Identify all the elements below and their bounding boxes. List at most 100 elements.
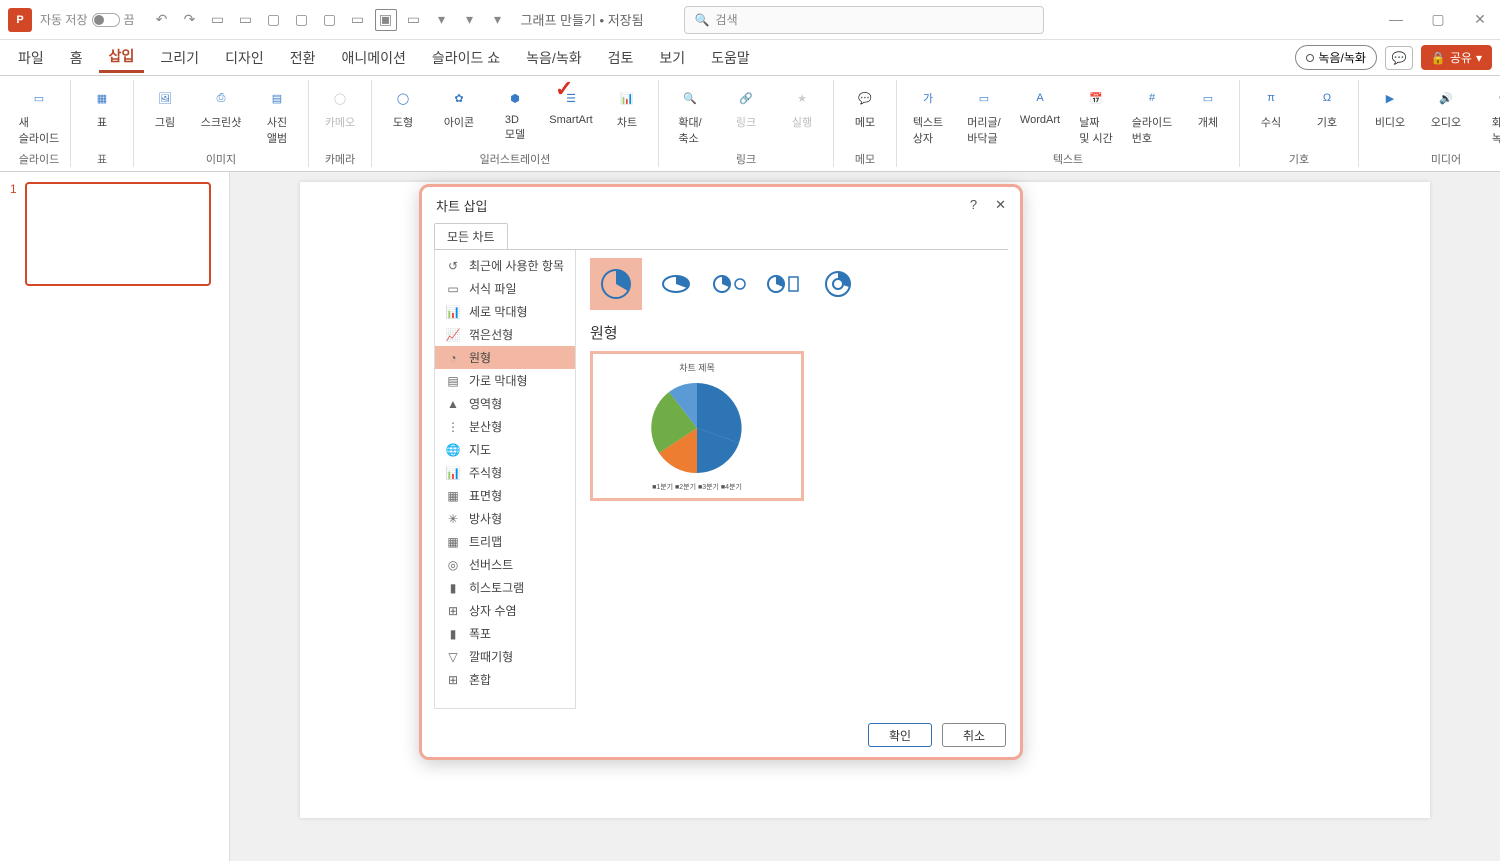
ribbon-group-카메라: ◯카메오카메라 [309, 80, 372, 167]
redo-button[interactable]: ↷ [179, 9, 201, 31]
ribbon-header-footer[interactable]: ▭머리글/바닥글 [961, 84, 1007, 146]
qat-btn[interactable]: ▭ [403, 9, 425, 31]
category-combo[interactable]: ⊞혼합 [435, 668, 575, 691]
ribbon-screen-rec[interactable]: ⏺화면녹화 [1479, 84, 1500, 146]
slide-number-icon: # [1136, 84, 1168, 112]
ribbon-smartart[interactable]: ☰SmartArt [548, 84, 594, 126]
subtype-pie-3d[interactable] [656, 264, 696, 304]
category-boxwhisker[interactable]: ⊞상자 수염 [435, 599, 575, 622]
ribbon-label: 확대/축소 [678, 114, 701, 146]
ribbon-picture[interactable]: 🖼그림 [142, 84, 188, 130]
dialog-tab-allcharts[interactable]: 모든 차트 [434, 223, 508, 249]
category-pie[interactable]: ◔원형 [435, 346, 575, 369]
qat-btn[interactable]: ▢ [319, 9, 341, 31]
tab-insert[interactable]: 삽입 [99, 42, 145, 73]
category-histogram[interactable]: ▮히스토그램 [435, 576, 575, 599]
ribbon-table[interactable]: ▦표 [79, 84, 125, 130]
ribbon-screenshot[interactable]: ⎙스크린샷 [198, 84, 244, 130]
ribbon-object[interactable]: ▭개체 [1185, 84, 1231, 130]
dialog-help-button[interactable]: ? [970, 197, 977, 213]
autosave-toggle[interactable]: 자동 저장 끔 [40, 11, 135, 28]
ribbon-shapes[interactable]: ◯도형 [380, 84, 426, 130]
category-bar[interactable]: ▤가로 막대형 [435, 369, 575, 392]
ribbon-symbol[interactable]: Ω기호 [1304, 84, 1350, 130]
subtype-pie-of-pie[interactable] [710, 264, 750, 304]
ribbon-3d-models[interactable]: ⬢3D모델 [492, 84, 538, 142]
qat-btn[interactable]: ▢ [263, 9, 285, 31]
tab-file[interactable]: 파일 [8, 44, 54, 72]
ok-button[interactable]: 확인 [868, 723, 932, 747]
ribbon-group-일러스트레이션: ◯도형✿아이콘⬢3D모델☰SmartArt📊차트일러스트레이션 [372, 80, 659, 167]
tab-design[interactable]: 디자인 [215, 44, 274, 72]
category-surface[interactable]: ▦표면형 [435, 484, 575, 507]
ribbon-comment[interactable]: 💬메모 [842, 84, 888, 130]
minimize-button[interactable]: — [1384, 11, 1408, 28]
subtype-pie[interactable] [590, 258, 642, 310]
qat-btn[interactable]: ▢ [291, 9, 313, 31]
cancel-button[interactable]: 취소 [942, 723, 1006, 747]
comments-button[interactable]: 💬 [1385, 46, 1413, 70]
document-title[interactable]: 그래프 만들기 • 저장됨 [521, 10, 644, 29]
ribbon-date-time[interactable]: 📅날짜및 시간 [1073, 84, 1119, 146]
record-button[interactable]: 녹음/녹화 [1295, 45, 1377, 70]
category-template[interactable]: ▭서식 파일 [435, 277, 575, 300]
ribbon-new-slide[interactable]: ▭새슬라이드 [16, 84, 62, 146]
category-sunburst[interactable]: ◎선버스트 [435, 553, 575, 576]
ribbon-wordart[interactable]: AWordArt [1017, 84, 1063, 126]
chart-preview[interactable]: 차트 제목 ■1분기 ■2분기 ■3분기 ■4분기 [590, 351, 804, 501]
ribbon-icons[interactable]: ✿아이콘 [436, 84, 482, 130]
qat-btn[interactable]: ▭ [207, 9, 229, 31]
qat-btn[interactable]: ▾ [431, 9, 453, 31]
close-button[interactable]: ✕ [1468, 11, 1492, 28]
share-button[interactable]: 🔒 공유 ▾ [1421, 45, 1492, 70]
ribbon-cameo: ◯카메오 [317, 84, 363, 130]
dialog-close-button[interactable]: ✕ [995, 197, 1006, 213]
category-radar[interactable]: ✳방사형 [435, 507, 575, 530]
ribbon-equation[interactable]: π수식 [1248, 84, 1294, 130]
ribbon-audio[interactable]: 🔊오디오 [1423, 84, 1469, 130]
ribbon-label: 비디오 [1375, 114, 1405, 130]
category-area[interactable]: ▲영역형 [435, 392, 575, 415]
category-waterfall[interactable]: ▮폭포 [435, 622, 575, 645]
qat-btn[interactable]: ▣ [375, 9, 397, 31]
slide-thumbnail-1[interactable] [25, 182, 211, 286]
ribbon-chart[interactable]: 📊차트 [604, 84, 650, 130]
ribbon-video[interactable]: ▶비디오 [1367, 84, 1413, 130]
category-stock[interactable]: 📊주식형 [435, 461, 575, 484]
tab-help[interactable]: 도움말 [701, 44, 760, 72]
group-label: 링크 [736, 151, 756, 167]
category-label: 영역형 [469, 395, 502, 412]
category-column[interactable]: 📊세로 막대형 [435, 300, 575, 323]
ribbon-textbox[interactable]: 가텍스트상자 [905, 84, 951, 146]
tab-home[interactable]: 홈 [60, 44, 93, 72]
subtype-bar-of-pie[interactable] [764, 264, 804, 304]
undo-button[interactable]: ↶ [151, 9, 173, 31]
category-map[interactable]: 🌐지도 [435, 438, 575, 461]
line-icon: 📈 [445, 327, 461, 343]
qat-btn[interactable]: ▾ [459, 9, 481, 31]
category-label: 폭포 [469, 625, 491, 642]
ribbon-zoom[interactable]: 🔍확대/축소 [667, 84, 713, 146]
ribbon-slide-number[interactable]: #슬라이드번호 [1129, 84, 1175, 146]
search-box[interactable]: 🔍 검색 [684, 6, 1044, 34]
ribbon-photo-album[interactable]: ▤사진앨범 [254, 84, 300, 146]
maximize-button[interactable]: ▢ [1426, 11, 1450, 28]
category-funnel[interactable]: ▽깔때기형 [435, 645, 575, 668]
group-label: 메모 [855, 151, 875, 167]
category-treemap[interactable]: ▦트리맵 [435, 530, 575, 553]
qat-btn[interactable]: ▭ [347, 9, 369, 31]
icons-icon: ✿ [443, 84, 475, 112]
tab-slideshow[interactable]: 슬라이드 쇼 [422, 44, 510, 72]
tab-transitions[interactable]: 전환 [280, 44, 326, 72]
tab-view[interactable]: 보기 [649, 44, 695, 72]
qat-more[interactable]: ▾ [487, 9, 509, 31]
subtype-doughnut[interactable] [818, 264, 858, 304]
tab-draw[interactable]: 그리기 [150, 44, 209, 72]
category-xy[interactable]: ⋮분산형 [435, 415, 575, 438]
qat-btn[interactable]: ▭ [235, 9, 257, 31]
tab-review[interactable]: 검토 [598, 44, 644, 72]
category-line[interactable]: 📈꺾은선형 [435, 323, 575, 346]
tab-animations[interactable]: 애니메이션 [331, 44, 415, 72]
tab-record[interactable]: 녹음/녹화 [516, 44, 591, 72]
category-recent[interactable]: ↺최근에 사용한 항목 [435, 254, 575, 277]
